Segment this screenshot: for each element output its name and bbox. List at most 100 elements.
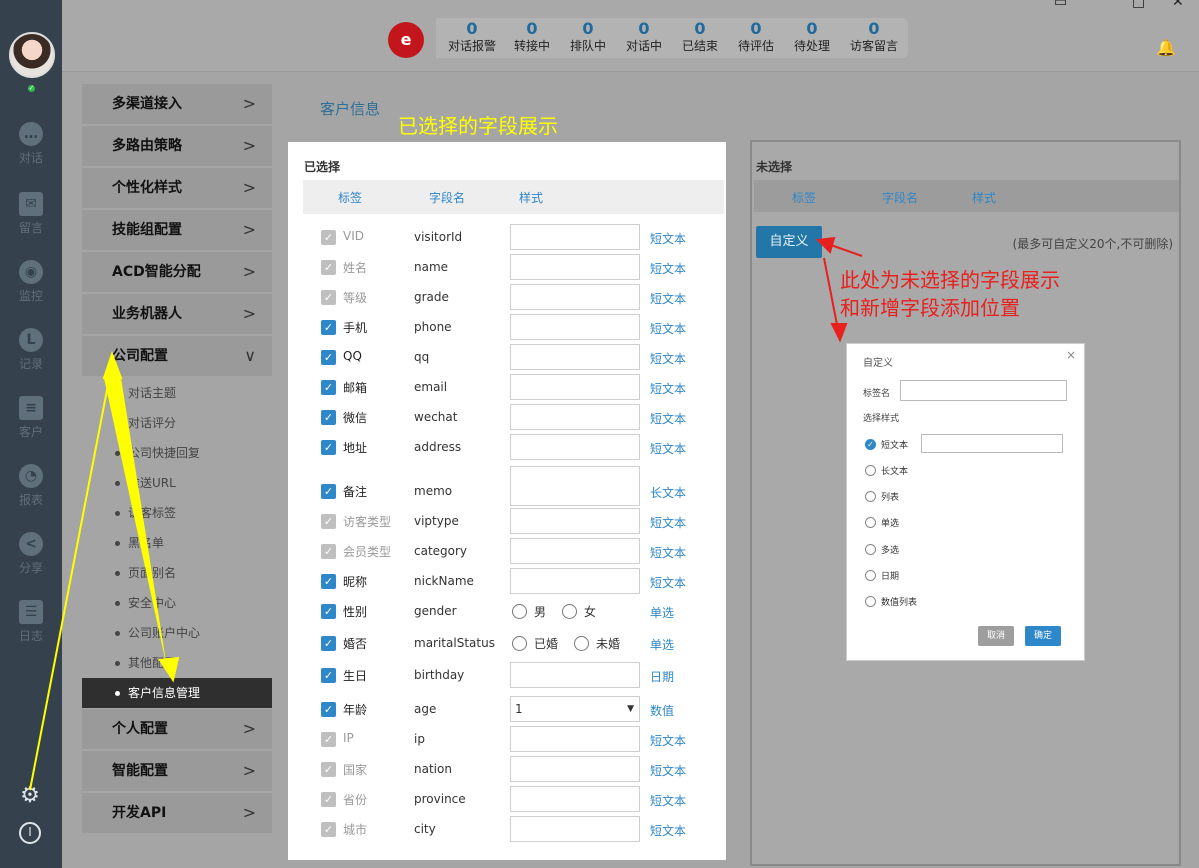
- field-style[interactable]: 短文本: [650, 320, 686, 337]
- field-checkbox[interactable]: ✓: [321, 484, 336, 499]
- avatar[interactable]: [9, 32, 55, 78]
- submenu-item[interactable]: 对话评分: [82, 408, 272, 438]
- field-input[interactable]: [510, 726, 640, 752]
- settings-gear-icon[interactable]: ⚙: [18, 784, 42, 808]
- field-input[interactable]: [510, 254, 640, 280]
- dialog-close-icon[interactable]: ×: [1066, 348, 1076, 362]
- bell-icon[interactable]: 🔔: [1156, 38, 1176, 58]
- confirm-button[interactable]: 确定: [1025, 626, 1061, 646]
- field-style[interactable]: 短文本: [650, 822, 686, 839]
- field-style[interactable]: 短文本: [650, 544, 686, 561]
- submenu-item[interactable]: 其他配置: [82, 648, 272, 678]
- field-input[interactable]: [510, 786, 640, 812]
- status-counter[interactable]: 0 待处理: [784, 20, 840, 54]
- menu-item[interactable]: 业务机器人 >: [82, 294, 272, 334]
- field-style[interactable]: 日期: [650, 668, 674, 685]
- field-textarea[interactable]: [510, 466, 640, 506]
- field-style[interactable]: 短文本: [650, 574, 686, 591]
- maximize-icon[interactable]: □: [1132, 0, 1145, 10]
- field-style[interactable]: 单选: [650, 604, 674, 621]
- rail-nav-item[interactable]: L 记录: [0, 328, 62, 372]
- power-icon[interactable]: I: [19, 822, 41, 844]
- menu-item[interactable]: 个人配置 >: [82, 709, 272, 749]
- field-input[interactable]: [510, 314, 640, 340]
- field-style[interactable]: 短文本: [650, 260, 686, 277]
- menu-item[interactable]: ACD智能分配 >: [82, 252, 272, 292]
- submenu-item[interactable]: 访客标签: [82, 498, 272, 528]
- rail-nav-item[interactable]: ☰ 日志: [0, 600, 62, 644]
- field-checkbox[interactable]: ✓: [321, 350, 336, 365]
- field-input[interactable]: [510, 404, 640, 430]
- submenu-item[interactable]: 客户信息管理: [82, 678, 272, 708]
- field-input[interactable]: [510, 756, 640, 782]
- add-custom-field-button[interactable]: 自定义: [756, 226, 822, 258]
- field-style[interactable]: 短文本: [650, 732, 686, 749]
- menu-item[interactable]: 智能配置 >: [82, 751, 272, 791]
- field-style[interactable]: 短文本: [650, 410, 686, 427]
- status-counter[interactable]: 0 已结束: [672, 20, 728, 54]
- status-counter[interactable]: 0 访客留言: [846, 20, 902, 54]
- submenu-item[interactable]: 黑名单: [82, 528, 272, 558]
- field-input[interactable]: [510, 224, 640, 250]
- field-style[interactable]: 数值: [650, 702, 674, 719]
- close-window-icon[interactable]: ✕: [1172, 0, 1184, 10]
- field-style[interactable]: 短文本: [650, 762, 686, 779]
- field-style[interactable]: 短文本: [650, 514, 686, 531]
- submenu-item[interactable]: 页面别名: [82, 558, 272, 588]
- field-input[interactable]: [510, 374, 640, 400]
- status-counter[interactable]: 0 待评估: [728, 20, 784, 54]
- cancel-button[interactable]: 取消: [978, 626, 1014, 646]
- submenu-item[interactable]: 公司账户中心: [82, 618, 272, 648]
- field-input[interactable]: [510, 538, 640, 564]
- menu-item[interactable]: 个性化样式 >: [82, 168, 272, 208]
- menu-item[interactable]: 公司配置 ∨: [82, 336, 272, 376]
- field-input[interactable]: [510, 284, 640, 310]
- rail-nav-item[interactable]: ◔ 报表: [0, 464, 62, 508]
- field-checkbox[interactable]: ✓: [321, 410, 336, 425]
- field-checkbox[interactable]: ✓: [321, 702, 336, 717]
- submenu-item[interactable]: 对话主题: [82, 378, 272, 408]
- menu-item[interactable]: 开发API >: [82, 793, 272, 833]
- field-style[interactable]: 短文本: [650, 230, 686, 247]
- radio-option[interactable]: [562, 604, 577, 619]
- status-counter[interactable]: 0 排队中: [560, 20, 616, 54]
- minimize-icon[interactable]: ▭: [1054, 0, 1067, 10]
- field-input[interactable]: [510, 508, 640, 534]
- field-input[interactable]: [510, 568, 640, 594]
- rail-nav-item[interactable]: ◉ 监控: [0, 260, 62, 304]
- field-checkbox[interactable]: ✓: [321, 440, 336, 455]
- field-style[interactable]: 短文本: [650, 290, 686, 307]
- status-counter[interactable]: 0 转接中: [504, 20, 560, 54]
- field-checkbox[interactable]: ✓: [321, 380, 336, 395]
- field-style[interactable]: 短文本: [650, 440, 686, 457]
- field-checkbox[interactable]: ✓: [321, 604, 336, 619]
- field-checkbox[interactable]: ✓: [321, 320, 336, 335]
- field-style[interactable]: 单选: [650, 636, 674, 653]
- field-input[interactable]: [510, 662, 640, 688]
- field-select[interactable]: 1 ▼: [510, 696, 640, 722]
- rail-nav-item[interactable]: ✉ 留言: [0, 192, 62, 236]
- status-counter[interactable]: 0 对话中: [616, 20, 672, 54]
- status-counter[interactable]: 0 对话报警: [444, 20, 500, 54]
- field-input[interactable]: [510, 816, 640, 842]
- field-input[interactable]: [510, 344, 640, 370]
- submenu-item[interactable]: 推送URL: [82, 468, 272, 498]
- field-style[interactable]: 短文本: [650, 792, 686, 809]
- field-input[interactable]: [510, 434, 640, 460]
- radio-option[interactable]: [574, 636, 589, 651]
- rail-nav-item[interactable]: … 对话: [0, 122, 62, 166]
- field-style[interactable]: 短文本: [650, 350, 686, 367]
- rail-nav-item[interactable]: < 分享: [0, 532, 62, 576]
- field-style[interactable]: 短文本: [650, 380, 686, 397]
- field-checkbox[interactable]: ✓: [321, 668, 336, 683]
- field-checkbox[interactable]: ✓: [321, 636, 336, 651]
- field-checkbox[interactable]: ✓: [321, 574, 336, 589]
- short-text-default-input[interactable]: [921, 434, 1063, 453]
- submenu-item[interactable]: 安全中心: [82, 588, 272, 618]
- radio-option[interactable]: [512, 604, 527, 619]
- radio-option[interactable]: [512, 636, 527, 651]
- field-style[interactable]: 长文本: [650, 484, 686, 501]
- menu-item[interactable]: 多路由策略 >: [82, 126, 272, 166]
- menu-item[interactable]: 多渠道接入 >: [82, 84, 272, 124]
- submenu-item[interactable]: 公司快捷回复: [82, 438, 272, 468]
